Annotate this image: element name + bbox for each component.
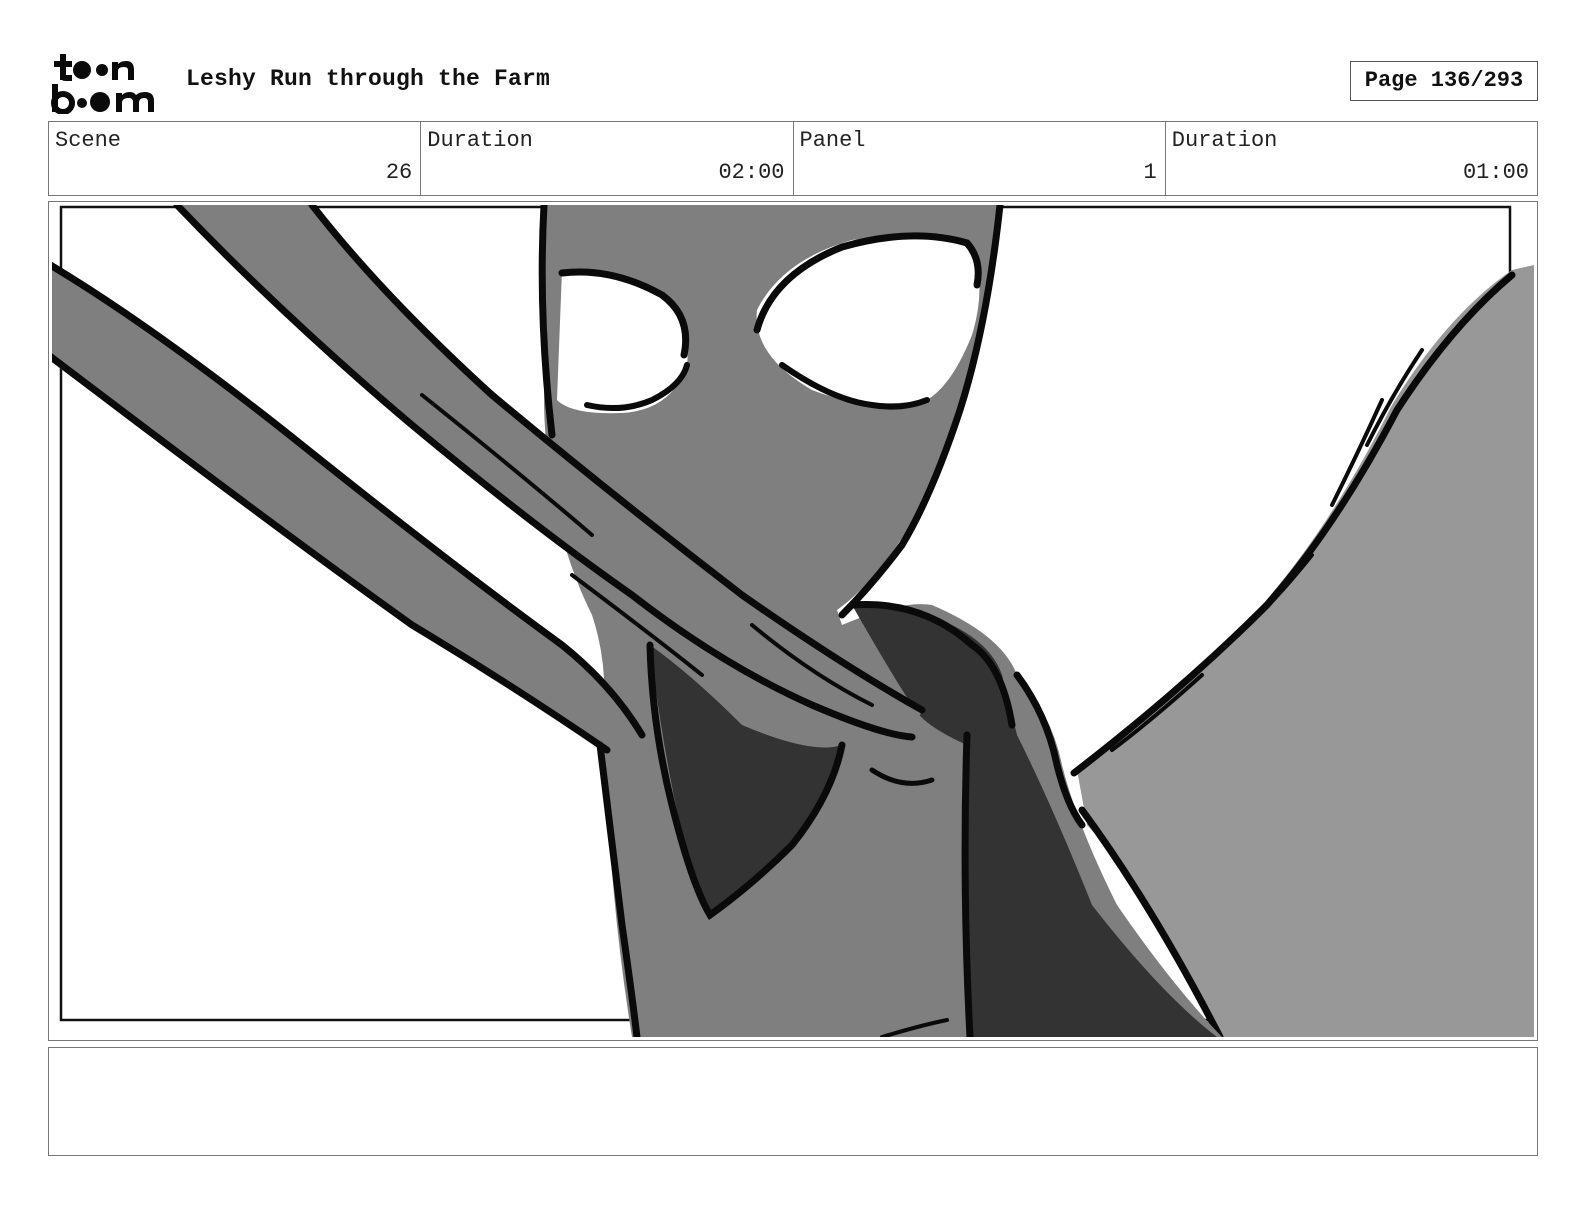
panel-cell: Panel 1 [792,122,1165,195]
panel-duration-cell: Duration 01:00 [1164,122,1537,195]
scene-duration-label: Duration [427,128,533,153]
panel-notes-box [48,1047,1538,1156]
toon-boom-logo [50,50,166,115]
storyboard-sketch-image [52,205,1534,1037]
scene-duration-cell: Duration 02:00 [420,122,792,195]
scene-info-table: Scene 26 Duration 02:00 Panel 1 Duration… [48,121,1538,196]
panel-image [52,205,1534,1037]
panel-value: 1 [1143,160,1157,185]
page-indicator: Page 136/293 [1350,61,1538,101]
scene-value: 26 [385,160,413,185]
panel-label: Panel [799,128,866,153]
panel-duration-label: Duration [1171,128,1278,153]
scene-duration-value: 02:00 [718,160,785,185]
scene-label: Scene [55,128,122,153]
panel-duration-value: 01:00 [1462,160,1529,185]
scene-cell: Scene 26 [49,122,420,195]
document-title: Leshy Run through the Farm [186,66,551,92]
